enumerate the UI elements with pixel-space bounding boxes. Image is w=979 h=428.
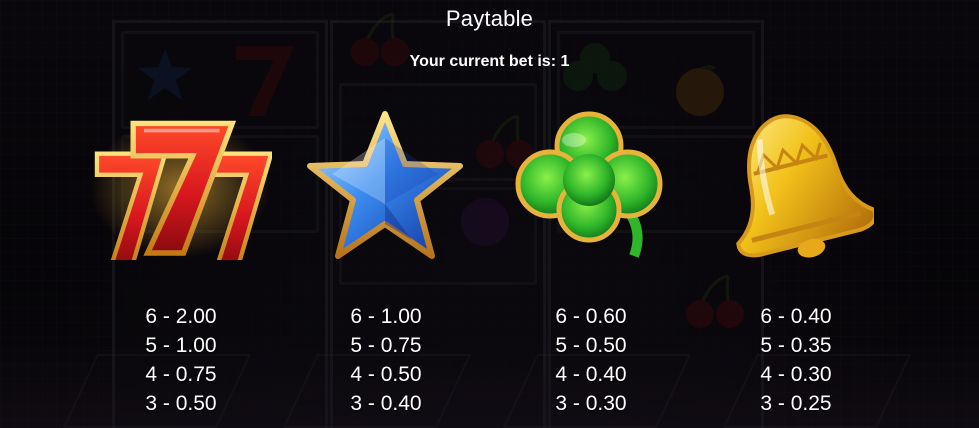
payout-row: 5 - 0.75 [350, 334, 422, 357]
payout-column-seven: 6 - 2.00 5 - 1.00 4 - 0.75 3 - 0.50 [101, 302, 261, 418]
payout-column-star: 6 - 1.00 5 - 0.75 4 - 0.50 3 - 0.40 [306, 302, 466, 418]
payout-column-clover: 6 - 0.60 5 - 0.50 4 - 0.40 3 - 0.30 [511, 302, 671, 418]
star-icon [307, 111, 463, 259]
payout-row: 5 - 0.35 [760, 334, 832, 357]
current-bet-label: Your current bet is: [409, 53, 557, 70]
payout-row: 3 - 0.50 [145, 392, 217, 415]
payout-column-bell: 6 - 0.40 5 - 0.35 4 - 0.30 3 - 0.25 [716, 302, 876, 418]
clover-icon [515, 111, 663, 258]
payout-row: 3 - 0.40 [350, 392, 422, 415]
payout-row: 6 - 0.40 [760, 305, 832, 328]
payout-row: 3 - 0.30 [555, 392, 627, 415]
payout-row: 4 - 0.30 [760, 363, 832, 386]
payout-row: 6 - 0.60 [555, 305, 627, 328]
payout-row: 4 - 0.50 [350, 363, 422, 386]
payout-row: 6 - 2.00 [145, 305, 217, 328]
seven-icon [90, 118, 272, 260]
payout-row: 4 - 0.75 [145, 363, 217, 386]
payout-row: 5 - 1.00 [145, 334, 217, 357]
payout-row: 6 - 1.00 [350, 305, 422, 328]
paytable-title: Paytable [445, 6, 534, 31]
payout-row: 3 - 0.25 [760, 392, 832, 415]
current-bet-value: 1 [560, 53, 570, 70]
payout-row: 4 - 0.40 [555, 363, 627, 386]
bell-icon [736, 114, 874, 258]
current-bet-text: Your current bet is: 1 [0, 53, 979, 71]
payout-row: 5 - 0.50 [555, 334, 627, 357]
